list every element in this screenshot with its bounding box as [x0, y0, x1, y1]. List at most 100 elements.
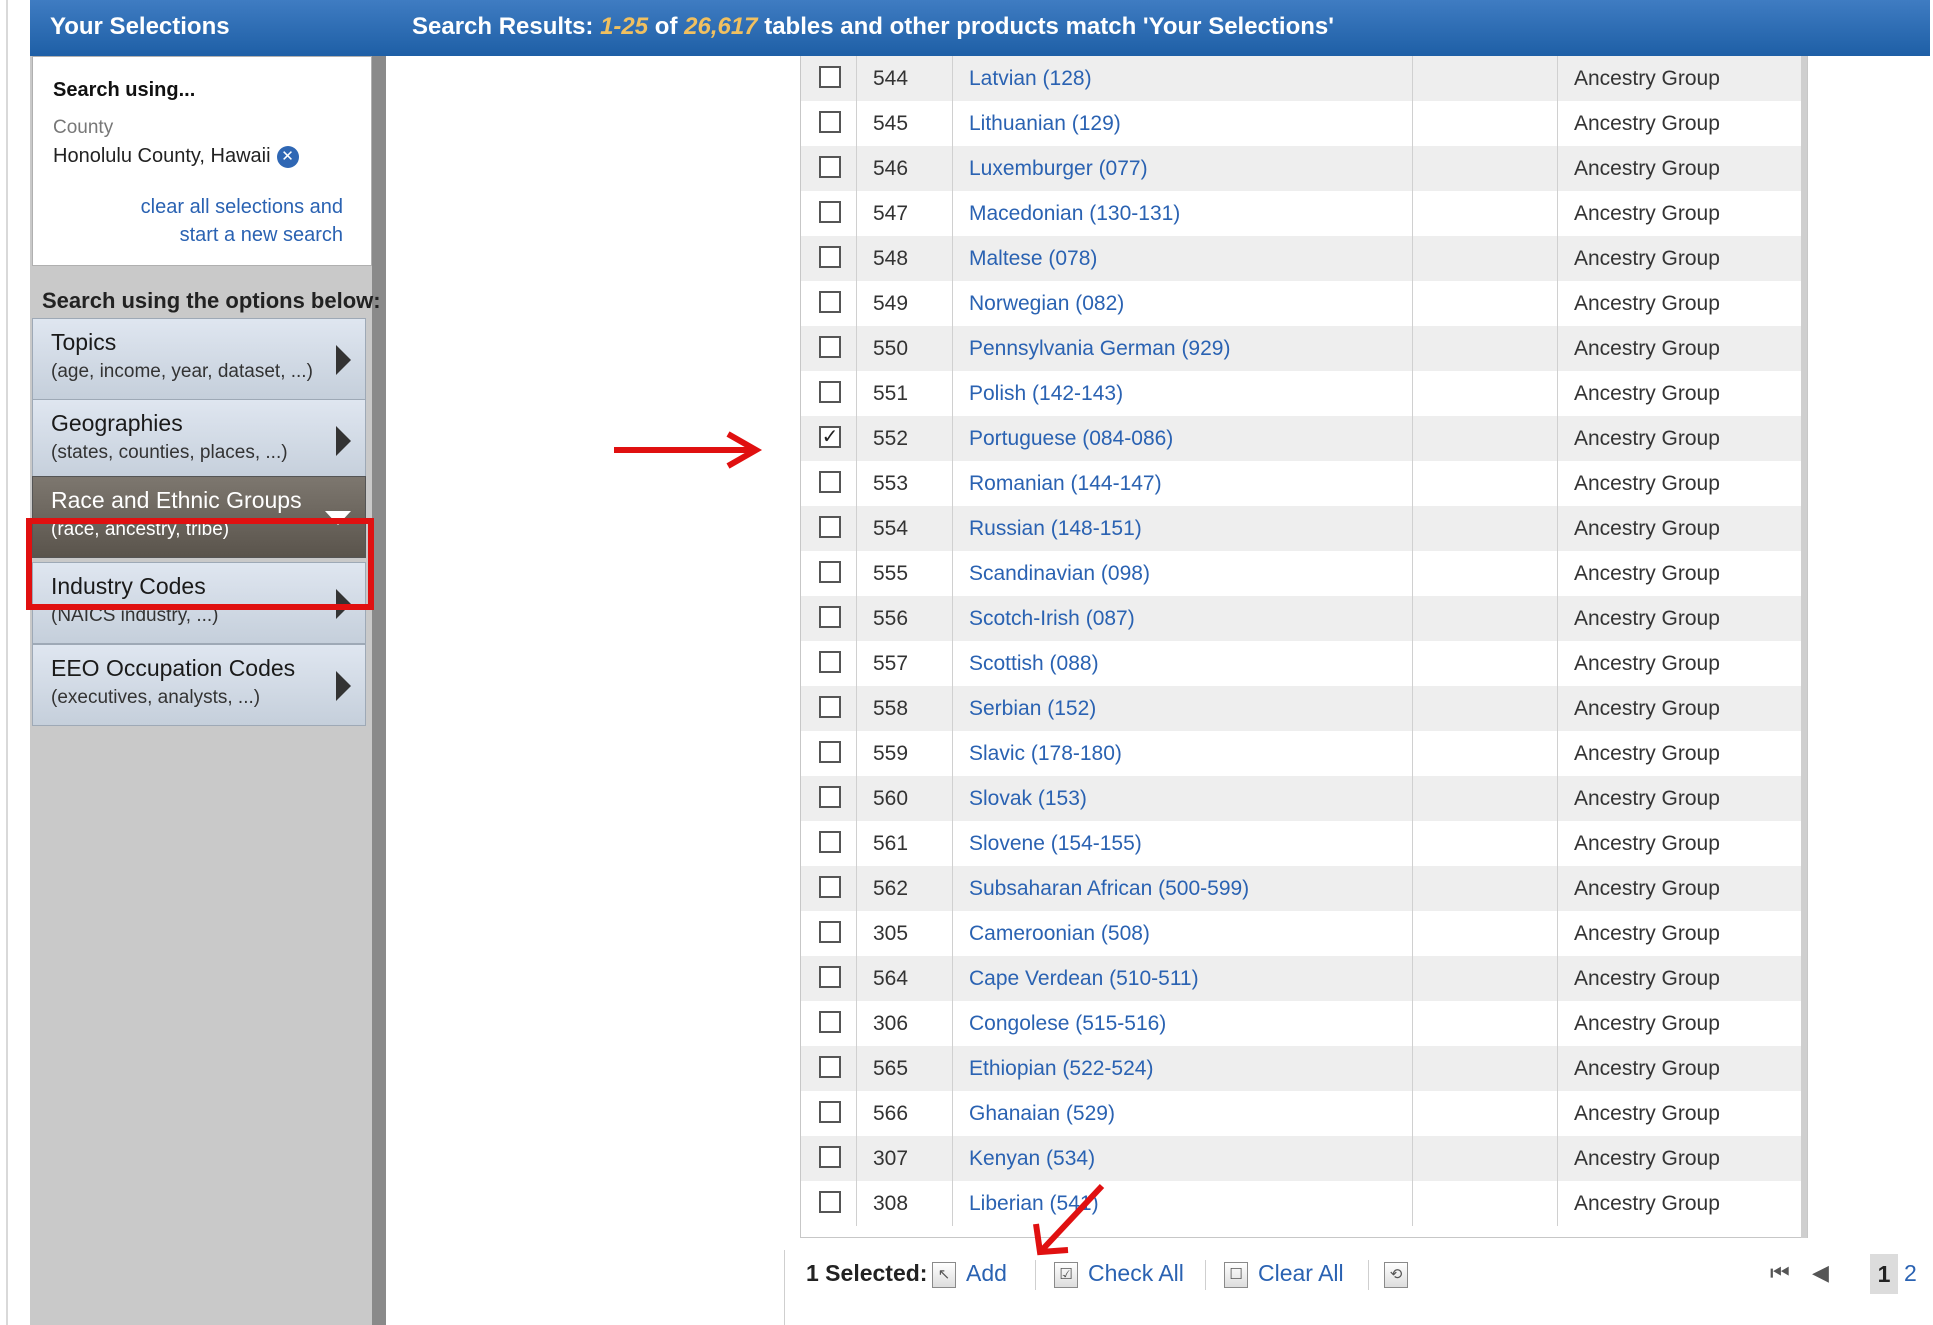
row-checkbox-cell: [801, 956, 857, 1001]
row-name-link[interactable]: Russian (148-151): [953, 506, 1413, 551]
row-type: Ancestry Group: [1574, 877, 1720, 900]
row-checkbox[interactable]: [819, 966, 841, 988]
row-checkbox[interactable]: [819, 156, 841, 178]
row-type: Ancestry Group: [1574, 427, 1720, 450]
table-row: 566 Ghanaian (529) Ancestry Group: [801, 1091, 1805, 1136]
row-checkbox[interactable]: [819, 921, 841, 943]
category-subtitle: (age, income, year, dataset, ...): [51, 361, 313, 382]
search-results-summary: Search Results: 1-25 of 26,617 tables an…: [412, 13, 1334, 40]
row-name-link[interactable]: Ethiopian (522-524): [953, 1046, 1413, 1091]
search-using-label: Search using...: [53, 79, 196, 101]
divider-line: [784, 1250, 785, 1325]
row-checkbox[interactable]: ✓: [819, 426, 841, 448]
row-name-link[interactable]: Romanian (144-147): [953, 461, 1413, 506]
row-name-link[interactable]: Norwegian (082): [953, 281, 1413, 326]
row-checkbox[interactable]: [819, 786, 841, 808]
row-checkbox[interactable]: [819, 696, 841, 718]
row-checkbox[interactable]: [819, 651, 841, 673]
row-checkbox[interactable]: [819, 516, 841, 538]
row-checkbox-cell: [801, 191, 857, 236]
row-name-link[interactable]: Macedonian (130-131): [953, 191, 1413, 236]
refresh-button[interactable]: ⟲: [1384, 1260, 1418, 1288]
county-selection: Honolulu County, Hawaii ✕: [53, 145, 299, 168]
check-all-button[interactable]: ☑ Check All: [1054, 1260, 1184, 1288]
category-title: Race and Ethnic Groups: [51, 487, 302, 513]
row-name-link[interactable]: Scottish (088): [953, 641, 1413, 686]
row-blank-cell: [1413, 686, 1558, 731]
row-name-link[interactable]: Portuguese (084-086): [953, 416, 1413, 461]
toolbar-separator: [1035, 1260, 1036, 1290]
row-blank-cell: [1413, 731, 1558, 776]
row-name-link[interactable]: Ghanaian (529): [953, 1091, 1413, 1136]
clear-all-icon: ☐: [1224, 1261, 1248, 1288]
row-name-link[interactable]: Kenyan (534): [953, 1136, 1413, 1181]
row-blank-cell: [1413, 1001, 1558, 1046]
remove-selection-icon[interactable]: ✕: [276, 145, 299, 168]
row-name-link[interactable]: Maltese (078): [953, 236, 1413, 281]
row-name-link[interactable]: Scotch-Irish (087): [953, 596, 1413, 641]
clear-all-button[interactable]: ☐ Clear All: [1224, 1260, 1344, 1288]
row-checkbox[interactable]: [819, 201, 841, 223]
row-checkbox-cell: [801, 731, 857, 776]
page-2-link[interactable]: 2: [1904, 1260, 1917, 1287]
table-row: ✓ 552 Portuguese (084-086) Ancestry Group: [801, 416, 1805, 461]
row-name-link[interactable]: Subsaharan African (500-599): [953, 866, 1413, 911]
category-topics[interactable]: Topics (age, income, year, dataset, ...): [32, 318, 366, 400]
row-checkbox[interactable]: [819, 381, 841, 403]
sidebar-shadow: [372, 56, 386, 1325]
row-name-link[interactable]: Scandinavian (098): [953, 551, 1413, 596]
row-name-link[interactable]: Liberian (541): [953, 1181, 1413, 1226]
row-name-link[interactable]: Polish (142-143): [953, 371, 1413, 416]
row-checkbox-cell: [801, 146, 857, 191]
row-name-link[interactable]: Slavic (178-180): [953, 731, 1413, 776]
row-blank-cell: [1413, 146, 1558, 191]
row-blank-cell: [1413, 371, 1558, 416]
row-type: Ancestry Group: [1574, 1192, 1720, 1215]
row-name-link[interactable]: Lithuanian (129): [953, 101, 1413, 146]
row-checkbox-cell: [801, 1046, 857, 1091]
row-id: 565: [857, 1046, 953, 1091]
row-checkbox[interactable]: [819, 1101, 841, 1123]
row-checkbox[interactable]: [819, 1191, 841, 1213]
row-name-link[interactable]: Cape Verdean (510-511): [953, 956, 1413, 1001]
row-checkbox[interactable]: [819, 741, 841, 763]
category-subtitle: (executives, analysts, ...): [51, 687, 261, 708]
row-blank-cell: [1413, 1091, 1558, 1136]
row-checkbox[interactable]: [819, 561, 841, 583]
category-geographies[interactable]: Geographies (states, counties, places, .…: [32, 399, 366, 481]
add-button[interactable]: ↖ Add: [932, 1260, 1007, 1288]
row-name-link[interactable]: Slovak (153): [953, 776, 1413, 821]
row-id: 306: [857, 1001, 953, 1046]
row-name-link[interactable]: Serbian (152): [953, 686, 1413, 731]
row-checkbox[interactable]: [819, 66, 841, 88]
row-name-link[interactable]: Slovene (154-155): [953, 821, 1413, 866]
red-arrow-down-left-icon: [1033, 1183, 1105, 1256]
first-page-icon[interactable]: ⏮: [1770, 1260, 1790, 1286]
row-checkbox[interactable]: [819, 471, 841, 493]
row-checkbox-cell: [801, 1001, 857, 1046]
row-id: 551: [857, 371, 953, 416]
row-name-link[interactable]: Pennsylvania German (929): [953, 326, 1413, 371]
row-name-link[interactable]: Latvian (128): [953, 56, 1413, 101]
table-row: 560 Slovak (153) Ancestry Group: [801, 776, 1805, 821]
row-checkbox[interactable]: [819, 291, 841, 313]
previous-page-icon[interactable]: ◀: [1812, 1260, 1829, 1286]
row-checkbox[interactable]: [819, 831, 841, 853]
row-checkbox[interactable]: [819, 111, 841, 133]
row-checkbox[interactable]: [819, 1056, 841, 1078]
row-checkbox[interactable]: [819, 246, 841, 268]
row-blank-cell: [1413, 596, 1558, 641]
category-eeo-occupation-codes[interactable]: EEO Occupation Codes (executives, analys…: [32, 644, 366, 726]
row-checkbox[interactable]: [819, 606, 841, 628]
row-name-link[interactable]: Congolese (515-516): [953, 1001, 1413, 1046]
row-checkbox[interactable]: [819, 336, 841, 358]
row-name-link[interactable]: Luxemburger (077): [953, 146, 1413, 191]
row-checkbox[interactable]: [819, 1011, 841, 1033]
table-scrollbar[interactable]: [1801, 56, 1807, 1238]
row-checkbox[interactable]: [819, 876, 841, 898]
add-cursor-icon: ↖: [932, 1261, 956, 1288]
row-name-link[interactable]: Cameroonian (508): [953, 911, 1413, 956]
row-checkbox[interactable]: [819, 1146, 841, 1168]
row-checkbox-cell: [801, 776, 857, 821]
clear-all-selections-link[interactable]: clear all selections and start a new sea…: [133, 193, 343, 249]
